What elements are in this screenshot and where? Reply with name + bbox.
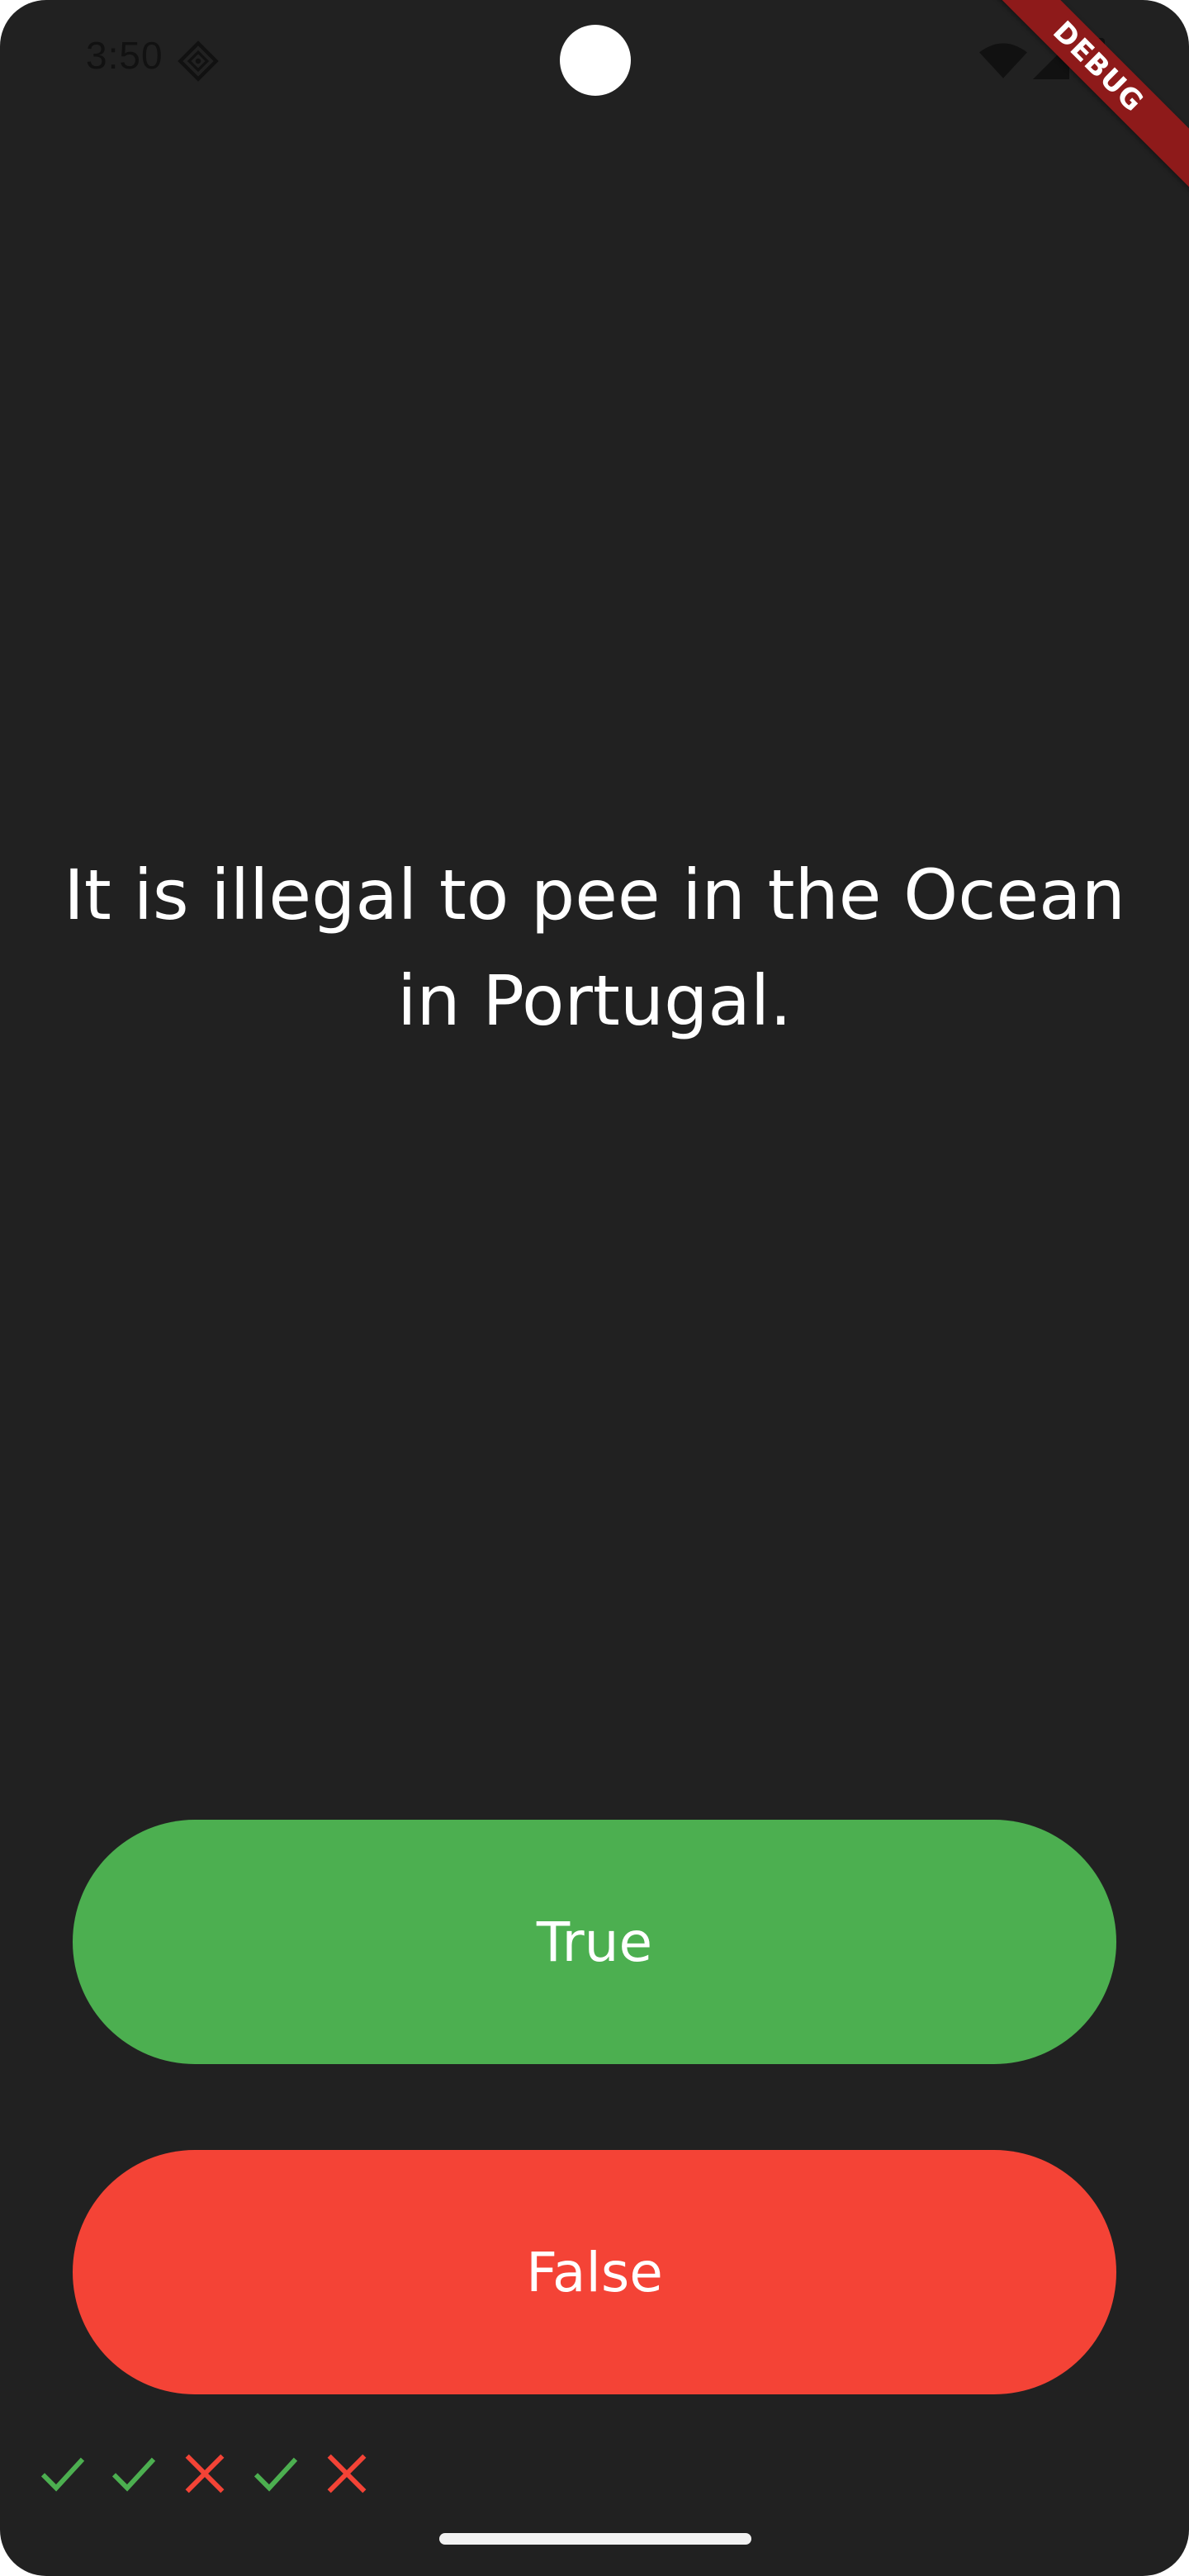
close-icon: [327, 2454, 367, 2493]
close-icon: [185, 2454, 225, 2493]
false-button[interactable]: False: [73, 2150, 1116, 2394]
question-text: It is illegal to pee in the Ocean in Por…: [64, 855, 1125, 1041]
app-screen: 3:50 DEBUG It is illegal to pee in the O…: [0, 0, 1189, 2576]
score-keeper: [36, 2447, 373, 2500]
notification-icon: [178, 40, 219, 82]
debug-banner: DEBUG: [931, 0, 1189, 234]
home-indicator[interactable]: [439, 2533, 751, 2545]
check-icon: [111, 2457, 156, 2492]
camera-cutout: [560, 25, 631, 96]
wifi-icon: [979, 43, 1027, 78]
true-button[interactable]: True: [73, 1820, 1116, 2064]
check-icon: [40, 2457, 85, 2492]
status-time: 3:50: [86, 34, 163, 77]
check-icon: [253, 2457, 298, 2492]
